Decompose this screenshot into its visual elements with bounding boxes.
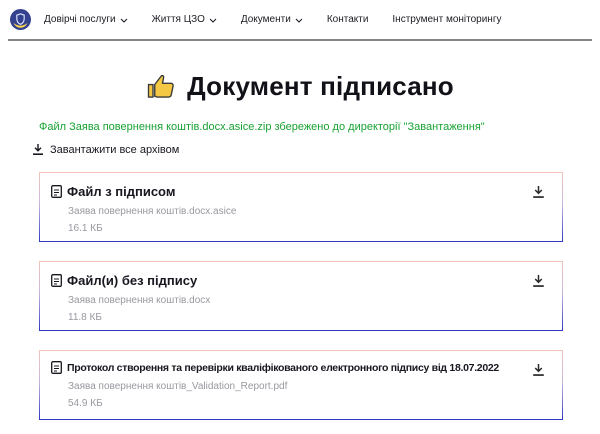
download-icon (533, 275, 544, 287)
document-icon (51, 273, 62, 287)
download-all-button[interactable]: Завантажити все архівом (32, 143, 179, 156)
nav-item-documents[interactable]: Документи (241, 14, 303, 25)
card-size: 11.8 КБ (68, 312, 102, 323)
czo-logo-icon[interactable] (10, 9, 31, 30)
document-icon (51, 361, 62, 374)
download-icon (533, 364, 544, 376)
download-icon (33, 144, 43, 155)
download-icon (533, 186, 544, 198)
file-card-list: Файл з підписом Заява повернення коштів.… (39, 172, 563, 420)
download-button[interactable] (532, 363, 545, 380)
nav-item-label: Життя ЦЗО (151, 14, 205, 25)
nav-item-monitoring-tool[interactable]: Інструмент моніторингу (392, 14, 501, 25)
card-title: Файл з підписом (67, 184, 176, 199)
top-nav-bar: Довірчі послуги Життя ЦЗО Документи Конт… (0, 0, 600, 39)
page-title-row: Документ підписано (0, 71, 600, 102)
download-button[interactable] (532, 185, 545, 202)
header-divider (8, 39, 592, 41)
card-filename: Заява повернення коштів_Validation_Repor… (68, 381, 288, 392)
main-menu: Довірчі послуги Життя ЦЗО Документи Конт… (44, 14, 501, 25)
chevron-down-icon (120, 18, 127, 23)
download-button[interactable] (532, 274, 545, 291)
document-icon (51, 184, 62, 198)
file-card-validation-protocol: Протокол створення та перевірки кваліфік… (39, 350, 563, 420)
status-message: Файл Заява повернення коштів.docx.asice.… (39, 121, 485, 133)
card-size: 16.1 КБ (68, 223, 103, 234)
card-title: Протокол створення та перевірки кваліфік… (67, 362, 499, 374)
card-filename: Заява повернення коштів.docx.asice (68, 206, 237, 217)
nav-item-label: Контакти (326, 14, 369, 25)
chevron-down-icon (295, 18, 303, 23)
nav-item-label: Документи (240, 14, 291, 25)
content: Документ підписано Файл Заява повернення… (0, 71, 600, 420)
thumbs-up-icon (147, 74, 174, 98)
file-card-signed: Файл з підписом Заява повернення коштів.… (39, 172, 563, 242)
card-size: 54.9 КБ (68, 398, 103, 409)
card-filename: Заява повернення коштів.docx (68, 295, 211, 306)
download-all-label: Завантажити все архівом (50, 143, 180, 156)
file-card-unsigned: Файл(и) без підпису Заява повернення кош… (39, 261, 563, 331)
nav-item-contacts[interactable]: Контакти (327, 14, 369, 25)
page-title: Документ підписано (187, 71, 454, 101)
chevron-down-icon (209, 18, 217, 23)
nav-item-label: Довірчі послуги (44, 14, 116, 25)
nav-item-czo-life[interactable]: Життя ЦЗО (152, 14, 217, 25)
nav-item-trust-services[interactable]: Довірчі послуги (44, 14, 128, 25)
card-title: Файл(и) без підпису (67, 273, 198, 288)
nav-item-label: Інструмент моніторингу (392, 14, 502, 25)
